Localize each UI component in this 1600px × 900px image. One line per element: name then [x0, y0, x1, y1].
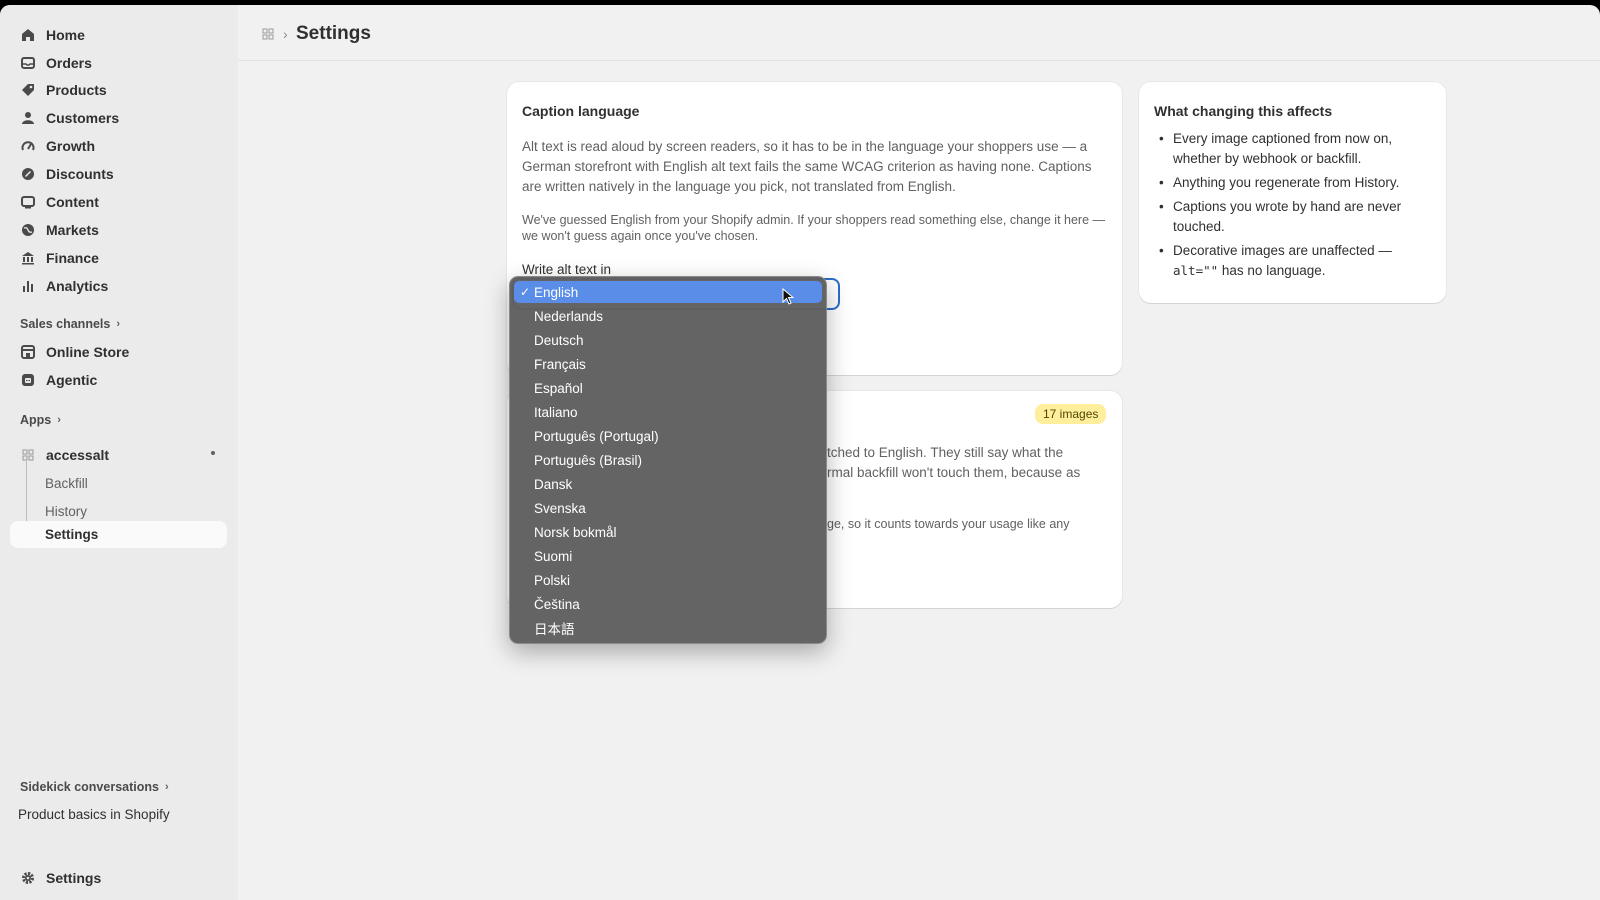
- regenerate-text-2: rmal backfill won't touch them, because …: [827, 465, 1081, 480]
- breadcrumb-chevron-icon: ›: [283, 26, 288, 42]
- language-option[interactable]: Português (Portugal): [514, 425, 822, 447]
- sidebar: Home Orders Products Customers Growth Di…: [0, 5, 238, 900]
- app-grid-icon[interactable]: [262, 28, 274, 40]
- caption-language-title: Caption language: [522, 103, 640, 119]
- list-item: Decorative images are unaffected — alt="…: [1159, 241, 1433, 281]
- sidebar-sub-settings[interactable]: Settings: [10, 521, 227, 548]
- language-option[interactable]: Čeština: [514, 593, 822, 615]
- language-option[interactable]: Svenska: [514, 497, 822, 519]
- language-option[interactable]: Deutsch: [514, 329, 822, 351]
- language-option[interactable]: Suomi: [514, 545, 822, 567]
- app-grid-icon: [20, 447, 36, 463]
- store-icon: [20, 344, 36, 360]
- agentic-icon: [20, 372, 36, 388]
- chevron-right-icon: ›: [57, 414, 61, 426]
- gauge-icon: [20, 138, 36, 154]
- sidebar-item-content[interactable]: Content: [10, 188, 227, 215]
- sidebar-item-online-store[interactable]: Online Store: [10, 338, 227, 365]
- affects-title: What changing this affects: [1154, 103, 1333, 119]
- admin-window: Home Orders Products Customers Growth Di…: [0, 5, 1600, 900]
- sidebar-sub-history[interactable]: History: [45, 504, 87, 519]
- caption-language-note: We've guessed English from your Shopify …: [522, 213, 1106, 243]
- bar-chart-icon: [20, 278, 36, 294]
- list-item: Anything you regenerate from History.: [1159, 173, 1433, 193]
- regenerate-note: ge, so it counts towards your usage like…: [827, 517, 1070, 531]
- sidebar-item-agentic[interactable]: Agentic: [10, 366, 227, 393]
- language-dropdown[interactable]: ✓ English Nederlands Deutsch Français Es…: [509, 276, 827, 644]
- sidebar-item-products[interactable]: Products: [10, 76, 227, 103]
- language-option[interactable]: Español: [514, 377, 822, 399]
- sidebar-item-settings[interactable]: Settings: [10, 864, 227, 891]
- inbox-icon: [20, 55, 36, 71]
- language-option-english[interactable]: ✓ English: [514, 281, 822, 303]
- app-pin-dot: [211, 451, 215, 455]
- list-item: Every image captioned from now on, wheth…: [1159, 129, 1433, 169]
- person-icon: [20, 110, 36, 126]
- apps-header[interactable]: Apps ›: [20, 413, 61, 427]
- affects-card: What changing this affects Every image c…: [1139, 82, 1446, 303]
- tag-icon: [20, 82, 36, 98]
- gear-icon: [20, 870, 36, 886]
- sidekick-conversation-item[interactable]: Product basics in Shopify: [18, 807, 170, 822]
- sales-channels-header[interactable]: Sales channels ›: [20, 317, 120, 331]
- sidebar-item-finance[interactable]: Finance: [10, 244, 227, 271]
- affects-list: Every image captioned from now on, wheth…: [1159, 129, 1433, 285]
- language-option[interactable]: Français: [514, 353, 822, 375]
- sidebar-item-customers[interactable]: Customers: [10, 104, 227, 131]
- checkmark-icon: ✓: [520, 285, 531, 299]
- language-option[interactable]: Italiano: [514, 401, 822, 423]
- language-option[interactable]: Nederlands: [514, 305, 822, 327]
- language-option[interactable]: Norsk bokmål: [514, 521, 822, 543]
- page-title: Settings: [296, 23, 371, 44]
- sidebar-sub-backfill[interactable]: Backfill: [45, 476, 88, 491]
- sidebar-item-discounts[interactable]: Discounts: [10, 160, 227, 187]
- mouse-cursor-icon: [782, 288, 794, 305]
- bank-icon: [20, 250, 36, 266]
- image-count-badge: 17 images: [1035, 404, 1107, 424]
- sidebar-item-accessalt[interactable]: accessalt: [10, 441, 227, 468]
- discount-icon: [20, 166, 36, 182]
- language-option[interactable]: 日本語: [514, 617, 822, 639]
- sidebar-item-growth[interactable]: Growth: [10, 132, 227, 159]
- sidekick-conversations-header[interactable]: Sidekick conversations ›: [20, 780, 169, 794]
- caption-language-description: Alt text is read aloud by screen readers…: [522, 139, 1092, 194]
- content-icon: [20, 194, 36, 210]
- home-icon: [20, 27, 36, 43]
- page-header: › Settings: [238, 5, 1600, 61]
- language-option[interactable]: Português (Brasil): [514, 449, 822, 471]
- chevron-right-icon: ›: [164, 781, 169, 793]
- sidebar-item-markets[interactable]: Markets: [10, 216, 227, 243]
- sidebar-item-orders[interactable]: Orders: [10, 49, 227, 76]
- list-item: Captions you wrote by hand are never tou…: [1159, 197, 1433, 237]
- sidebar-item-analytics[interactable]: Analytics: [10, 272, 227, 299]
- sidebar-item-home[interactable]: Home: [10, 21, 227, 48]
- language-option[interactable]: Polski: [514, 569, 822, 591]
- language-select-label: Write alt text in: [522, 262, 612, 277]
- globe-icon: [20, 222, 36, 238]
- tree-line: [26, 452, 27, 532]
- chevron-right-icon: ›: [116, 318, 120, 330]
- regenerate-text-1: tched to English. They still say what th…: [827, 445, 1064, 460]
- language-option[interactable]: Dansk: [514, 473, 822, 495]
